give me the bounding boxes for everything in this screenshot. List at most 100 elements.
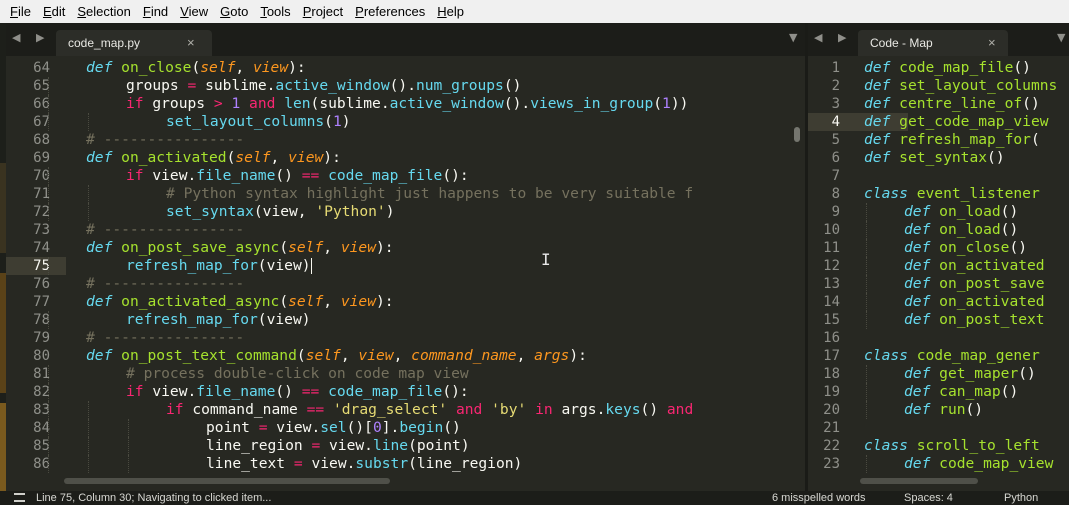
menu-item-tools[interactable]: Tools [254, 0, 296, 23]
code-token: , [235, 59, 253, 76]
code-token: set_layout_columns [166, 113, 325, 130]
code-line[interactable]: 17 class code_map_gener [808, 347, 1069, 365]
menu-item-view[interactable]: View [174, 0, 214, 23]
code-line[interactable]: 76 # ---------------- [6, 275, 793, 293]
menu-item-file[interactable]: File [0, 0, 37, 23]
code-line[interactable]: 80 def on_post_text_command(self, view, c… [6, 347, 793, 365]
menu-item-selection[interactable]: Selection [71, 0, 136, 23]
code-token: (view, [253, 203, 316, 220]
code-line[interactable]: 68 # ---------------- [6, 131, 793, 149]
code-line[interactable]: 64 def on_close(self, view): [6, 59, 793, 77]
code-line[interactable]: 5 def refresh_map_for( [808, 131, 1069, 149]
code-line[interactable]: 22 class scroll_to_left [808, 437, 1069, 455]
code-token: def [904, 293, 940, 310]
vertical-scrollbar[interactable] [794, 127, 800, 142]
menu-item-help[interactable]: Help [431, 0, 470, 23]
code-line[interactable]: 21 [808, 419, 1069, 437]
tab-nav-arrows-icon[interactable]: ◀ ▶ [12, 31, 50, 44]
right-tab-bar: ◀ ▶ Code - Map × ▼ [808, 23, 1069, 56]
code-token: ( [324, 113, 333, 130]
code-line[interactable]: 13 def on_post_save [808, 275, 1069, 293]
code-token: command_name [183, 401, 307, 418]
code-line[interactable]: 1 def code_map_file() [808, 59, 1069, 77]
code-line[interactable]: 79 # ---------------- [6, 329, 793, 347]
horizontal-scrollbar[interactable] [64, 478, 390, 484]
code-line[interactable]: 71 # Python syntax highlight just happens… [6, 185, 793, 203]
indent-guide [128, 455, 130, 473]
code-token: > [213, 95, 223, 112]
code-line[interactable]: 8 class event_listener [808, 185, 1069, 203]
code-line[interactable]: 14 def on_activated [808, 293, 1069, 311]
code-text: class event_listener [864, 185, 1040, 203]
close-tab-icon[interactable]: × [988, 35, 996, 50]
code-line[interactable]: 85 line_region = view.line(point) [6, 437, 793, 455]
menu-item-goto[interactable]: Goto [214, 0, 254, 23]
code-token: () [443, 419, 461, 436]
indent-guide [48, 113, 50, 131]
code-line[interactable]: 77 def on_activated_async(self, view): [6, 293, 793, 311]
code-token: in [526, 401, 562, 418]
code-token: def [864, 77, 900, 94]
code-token: def [904, 221, 940, 238]
code-token: def [904, 401, 940, 418]
code-line[interactable]: 72 set_syntax(view, 'Python') [6, 203, 793, 221]
status-spaces[interactable]: Spaces: 4 [904, 492, 953, 504]
tab-dropdown-icon[interactable]: ▼ [789, 31, 797, 44]
code-line[interactable]: 23 def code_map_view [808, 455, 1069, 473]
code-line[interactable]: 83 if command_name == 'drag_select' and '… [6, 401, 793, 419]
code-line[interactable]: 78 refresh_map_for(view) [6, 311, 793, 329]
code-line[interactable]: 15 def on_post_text [808, 311, 1069, 329]
code-line[interactable]: 75 refresh_map_for(view) [6, 257, 793, 275]
code-line[interactable]: 67 set_layout_columns(1) [6, 113, 793, 131]
code-line[interactable]: 73 # ---------------- [6, 221, 793, 239]
status-syntax[interactable]: Python [1004, 492, 1038, 504]
menu-item-project[interactable]: Project [297, 0, 349, 23]
code-line[interactable]: 81 # process double-click on code map vie… [6, 365, 793, 383]
menu-item-edit[interactable]: Edit [37, 0, 71, 23]
code-line[interactable]: 10 def on_load() [808, 221, 1069, 239]
panel-toggle-icon[interactable] [14, 493, 25, 502]
code-line[interactable]: 3 def centre_line_of() [808, 95, 1069, 113]
line-number: 77 [33, 294, 50, 310]
code-line[interactable]: 18 def get_maper() [808, 365, 1069, 383]
code-line[interactable]: 20 def run() [808, 401, 1069, 419]
tab-nav-arrows-icon[interactable]: ◀ ▶ [814, 31, 852, 44]
code-line[interactable]: 7 [808, 167, 1069, 185]
menu-item-preferences[interactable]: Preferences [349, 0, 431, 23]
code-line[interactable]: 82 if view.file_name() == code_map_file()… [6, 383, 793, 401]
code-line[interactable]: 9 def on_load() [808, 203, 1069, 221]
code-token: view [340, 293, 376, 310]
code-line[interactable]: 84 point = view.sel()[0].begin() [6, 419, 793, 437]
code-editor[interactable]: 64 def on_close(self, view): 65 groups = su… [6, 56, 793, 476]
close-tab-icon[interactable]: × [187, 35, 195, 50]
code-line[interactable]: 4 def get_code_map_view [808, 113, 1069, 131]
code-line[interactable]: 19 def can_map() [808, 383, 1069, 401]
code-line[interactable]: 70 if view.file_name() == code_map_file()… [6, 167, 793, 185]
code-token: self [305, 347, 341, 364]
line-number: 66 [33, 96, 50, 112]
code-line[interactable]: 2 def set_layout_columns [808, 77, 1069, 95]
tab-dropdown-icon[interactable]: ▼ [1057, 31, 1065, 44]
code-map-editor[interactable]: 1 def code_map_file() 2 def set_layout_colu… [808, 56, 1069, 476]
map-horizontal-scrollbar[interactable] [860, 478, 978, 484]
code-text: def on_activated [904, 293, 1045, 311]
code-line[interactable]: 74 def on_post_save_async(self, view): [6, 239, 793, 257]
tab-code-map-py[interactable]: code_map.py × [56, 30, 212, 56]
code-line[interactable]: 86 line_text = view.substr(line_region) [6, 455, 793, 473]
code-line[interactable]: 66 if groups > 1 and len(sublime.active_w… [6, 95, 793, 113]
status-spelling[interactable]: 6 misspelled words [772, 492, 866, 504]
code-line[interactable]: 12 def on_activated [808, 257, 1069, 275]
code-text: line_text = view.substr(line_region) [206, 455, 522, 473]
code-token: args. [561, 401, 606, 418]
tab-code-map[interactable]: Code - Map × [858, 30, 1008, 56]
code-line[interactable]: 11 def on_close() [808, 239, 1069, 257]
code-line[interactable]: 69 def on_activated(self, view): [6, 149, 793, 167]
code-token: if [166, 401, 184, 418]
code-token: view. [320, 437, 373, 454]
code-token: # Python syntax highlight just happens t… [166, 185, 694, 202]
code-line[interactable]: 65 groups = sublime.active_window().num_g… [6, 77, 793, 95]
status-bar: Line 75, Column 30; Navigating to clicke… [0, 491, 1069, 505]
code-line[interactable]: 16 [808, 329, 1069, 347]
menu-item-find[interactable]: Find [137, 0, 174, 23]
code-line[interactable]: 6 def set_syntax() [808, 149, 1069, 167]
